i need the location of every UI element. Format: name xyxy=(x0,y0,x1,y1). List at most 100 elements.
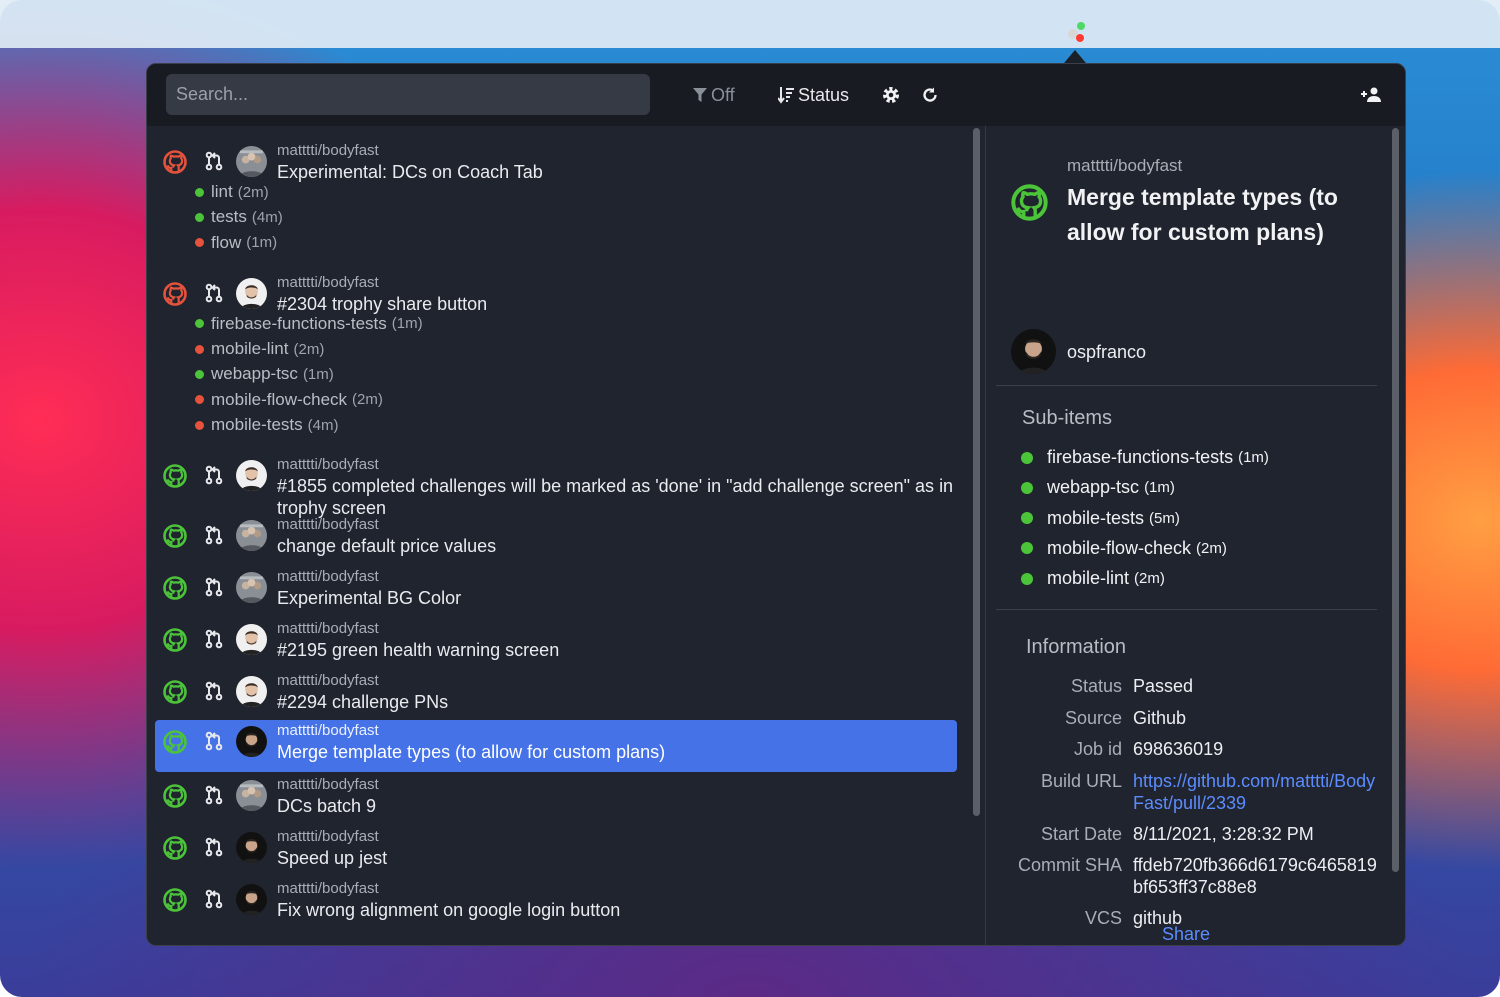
pull-request-icon xyxy=(205,466,223,485)
subitem: mobile-lint (2m) xyxy=(195,339,324,359)
item-title: #2304 trophy share button xyxy=(277,293,488,314)
popover-arrow xyxy=(1064,50,1086,63)
build-row[interactable]: matttti/bodyfast DCs batch 9 xyxy=(155,774,957,826)
item-repo: matttti/bodyfast xyxy=(277,456,379,474)
sort-label: Status xyxy=(798,84,850,105)
subitem-name: tests xyxy=(211,207,247,227)
build-row[interactable]: matttti/bodyfast Fix wrong alignment on … xyxy=(155,878,957,930)
info-value: Github xyxy=(1133,708,1187,728)
subitem-duration: (1m) xyxy=(1238,449,1269,466)
subitem-duration: (4m) xyxy=(251,208,283,226)
accounts-button[interactable] xyxy=(1361,83,1383,107)
subitem-duration: (2m) xyxy=(1134,570,1165,588)
github-status-icon xyxy=(163,730,187,755)
build-url-link[interactable]: https://github.com/matttti/BodyFast/pull… xyxy=(1133,770,1383,814)
build-row[interactable]: matttti/bodyfast Experimental: DCs on Co… xyxy=(155,140,957,272)
detail-scrollbar[interactable] xyxy=(1392,128,1399,872)
status-dot xyxy=(195,238,204,248)
build-row[interactable]: matttti/bodyfast #1855 completed challen… xyxy=(155,454,957,518)
build-row[interactable]: matttti/bodyfast #2304 trophy share butt… xyxy=(155,272,957,455)
subitem-name: mobile-lint xyxy=(1047,568,1130,589)
item-repo: matttti/bodyfast xyxy=(277,273,379,291)
subitem-duration: (2m) xyxy=(352,391,383,409)
build-list: matttti/bodyfast Experimental: DCs on Co… xyxy=(147,126,985,945)
item-repo: matttti/bodyfast xyxy=(277,828,379,846)
github-status-icon xyxy=(163,150,187,174)
refresh-icon xyxy=(923,87,937,102)
github-status-icon xyxy=(163,464,187,489)
build-row[interactable]: matttti/bodyfast #2294 challenge PNs xyxy=(155,670,957,722)
item-title: DCs batch 9 xyxy=(277,796,377,817)
item-title: Speed up jest xyxy=(277,848,388,869)
search-input[interactable] xyxy=(166,74,650,115)
item-repo: matttti/bodyfast xyxy=(277,142,379,159)
pull-request-icon xyxy=(205,630,223,649)
subitem: flow (1m) xyxy=(195,233,277,253)
refresh-button[interactable] xyxy=(921,83,939,107)
status-dot xyxy=(195,420,204,430)
github-status-icon xyxy=(163,784,187,809)
status-dot xyxy=(195,319,204,329)
status-dot xyxy=(195,369,204,379)
github-status-icon xyxy=(163,888,187,913)
item-title: #2195 green health warning screen xyxy=(277,640,560,661)
subitem: webapp-tsc (1m) xyxy=(195,364,334,384)
info-value: ffdeb720fb366d6179c6465819bf653ff37c88e8 xyxy=(1133,855,1377,897)
item-title: #1855 completed challenges will be marke… xyxy=(277,476,954,497)
avatar xyxy=(236,520,267,552)
detail-subitem: firebase-functions-tests (1m) xyxy=(1021,447,1269,468)
subitem: tests (4m) xyxy=(195,207,283,227)
item-title: Fix wrong alignment on google login butt… xyxy=(277,900,621,921)
filter-toggle-button[interactable]: Off xyxy=(693,83,735,107)
subitem-name: flow xyxy=(211,232,242,252)
subitem-duration: (2m) xyxy=(237,183,269,201)
avatar xyxy=(236,780,267,812)
subitem-name: mobile-tests xyxy=(211,415,303,435)
add-user-icon xyxy=(1361,87,1381,102)
build-row[interactable]: matttti/bodyfast change default price va… xyxy=(155,514,957,566)
subitem-name: mobile-flow-check xyxy=(211,389,348,409)
subitems-heading: Sub-items xyxy=(1022,407,1113,429)
information-heading: Information xyxy=(1026,636,1127,658)
filter-icon xyxy=(693,88,707,102)
subitem-name: mobile-tests xyxy=(1047,507,1145,528)
avatar xyxy=(236,624,267,656)
item-title: #2294 challenge PNs xyxy=(277,692,449,713)
github-status-icon xyxy=(163,576,187,601)
detail-subitem: mobile-lint (2m) xyxy=(1021,568,1165,589)
status-dot xyxy=(1021,542,1033,555)
status-dot xyxy=(195,344,204,354)
info-value: 8/11/2021, 3:28:32 PM xyxy=(1133,824,1314,844)
item-title: change default price values xyxy=(277,536,497,557)
author-avatar xyxy=(1011,329,1056,374)
avatar xyxy=(236,726,267,758)
github-status-icon xyxy=(163,836,187,861)
github-status-icon xyxy=(163,282,187,306)
pull-request-icon xyxy=(205,578,223,597)
build-row[interactable]: matttti/bodyfast #2195 green health warn… xyxy=(155,618,957,670)
info-key: Start Date xyxy=(1040,824,1122,844)
pull-request-icon xyxy=(205,526,223,545)
status-dot xyxy=(195,395,204,405)
sort-button[interactable]: Status xyxy=(778,83,849,107)
build-row[interactable]: matttti/bodyfast Speed up jest xyxy=(155,826,957,878)
status-dot xyxy=(195,212,204,222)
item-repo: matttti/bodyfast xyxy=(277,776,379,794)
info-key: VCS xyxy=(1084,908,1122,928)
avatar xyxy=(236,277,267,309)
subitem: mobile-tests (4m) xyxy=(195,415,338,435)
settings-button[interactable] xyxy=(881,83,901,107)
pull-request-icon xyxy=(205,682,223,701)
subitem-name: mobile-flow-check xyxy=(1047,537,1192,558)
subitem: lint (2m) xyxy=(195,182,269,202)
build-row[interactable]: matttti/bodyfast Experimental BG Color xyxy=(155,566,957,618)
build-row[interactable]: matttti/bodyfast Merge template types (t… xyxy=(155,720,957,773)
list-scrollbar[interactable] xyxy=(973,128,980,816)
tray-status-icon[interactable] xyxy=(1066,22,1086,44)
subitem-duration: (2m) xyxy=(293,340,325,358)
github-icon xyxy=(1011,184,1048,221)
author-name: ospfranco xyxy=(1067,342,1147,362)
share-button[interactable]: Share xyxy=(1162,924,1210,945)
info-key: Job id xyxy=(1073,739,1122,759)
item-repo: matttti/bodyfast xyxy=(277,516,379,534)
